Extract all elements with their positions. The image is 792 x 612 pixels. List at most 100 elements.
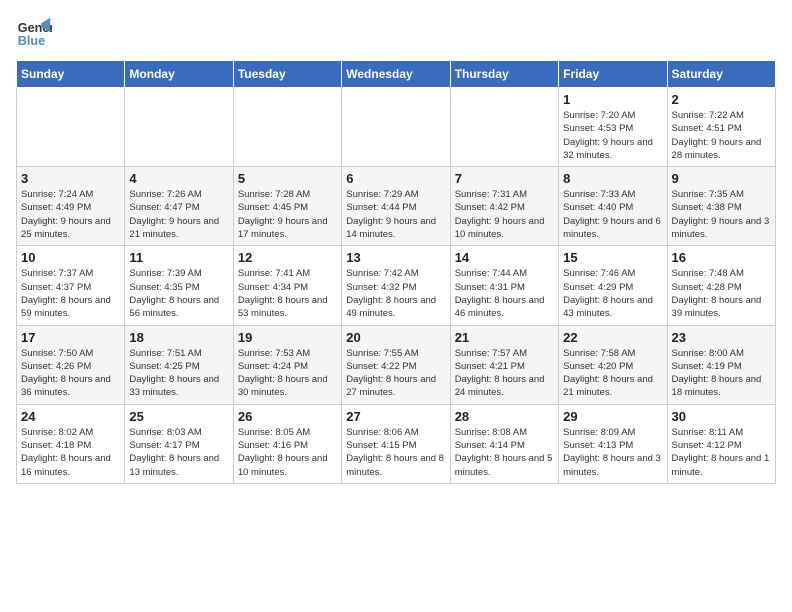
calendar-cell: 3 Sunrise: 7:24 AM Sunset: 4:49 PM Daylig… — [17, 167, 125, 246]
calendar-cell — [342, 88, 450, 167]
logo: General Blue — [16, 16, 52, 52]
calendar-cell: 15 Sunrise: 7:46 AM Sunset: 4:29 PM Dayli… — [559, 246, 667, 325]
day-info: Sunrise: 8:00 AM Sunset: 4:19 PM Dayligh… — [672, 347, 771, 400]
calendar-cell: 18Sunrise: 7:51 AM Sunset: 4:25 PM Dayli… — [125, 325, 233, 404]
day-info: Sunrise: 7:24 AM Sunset: 4:49 PM Dayligh… — [21, 188, 120, 241]
calendar-cell: 5 Sunrise: 7:28 AM Sunset: 4:45 PM Daylig… — [233, 167, 341, 246]
weekday-header-thursday: Thursday — [450, 61, 558, 88]
day-info: Sunrise: 7:28 AM Sunset: 4:45 PM Dayligh… — [238, 188, 337, 241]
day-info: Sunrise: 7:29 AM Sunset: 4:44 PM Dayligh… — [346, 188, 445, 241]
calendar-cell — [450, 88, 558, 167]
day-number: 29 — [563, 409, 662, 424]
weekday-header-friday: Friday — [559, 61, 667, 88]
calendar-week-3: 10 Sunrise: 7:37 AM Sunset: 4:37 PM Dayli… — [17, 246, 776, 325]
calendar-cell: 30 Sunrise: 8:11 AM Sunset: 4:12 PM Dayli… — [667, 404, 775, 483]
weekday-header-row: SundayMondayTuesdayWednesdayThursdayFrid… — [17, 61, 776, 88]
day-info: Sunrise: 7:22 AM Sunset: 4:51 PM Dayligh… — [672, 109, 771, 162]
day-number: 10 — [21, 250, 120, 265]
calendar-cell: 12 Sunrise: 7:41 AM Sunset: 4:34 PM Dayli… — [233, 246, 341, 325]
day-number: 19 — [238, 330, 337, 345]
calendar-cell: 7 Sunrise: 7:31 AM Sunset: 4:42 PM Daylig… — [450, 167, 558, 246]
day-info: Sunrise: 7:31 AM Sunset: 4:42 PM Dayligh… — [455, 188, 554, 241]
day-info: Sunrise: 7:41 AM Sunset: 4:34 PM Dayligh… — [238, 267, 337, 320]
day-info: Sunrise: 7:53 AM Sunset: 4:24 PM Dayligh… — [238, 347, 337, 400]
day-number: 27 — [346, 409, 445, 424]
day-info: Sunrise: 7:20 AM Sunset: 4:53 PM Dayligh… — [563, 109, 662, 162]
calendar-cell: 23 Sunrise: 8:00 AM Sunset: 4:19 PM Dayli… — [667, 325, 775, 404]
day-info: Sunrise: 7:39 AM Sunset: 4:35 PM Dayligh… — [129, 267, 228, 320]
day-number: 21 — [455, 330, 554, 345]
day-number: 12 — [238, 250, 337, 265]
day-info: Sunrise: 7:33 AM Sunset: 4:40 PM Dayligh… — [563, 188, 662, 241]
day-number: 3 — [21, 171, 120, 186]
day-number: 13 — [346, 250, 445, 265]
day-number: 25 — [129, 409, 228, 424]
calendar-cell: 21Sunrise: 7:57 AM Sunset: 4:21 PM Dayli… — [450, 325, 558, 404]
calendar-cell: 13 Sunrise: 7:42 AM Sunset: 4:32 PM Dayli… — [342, 246, 450, 325]
day-info: Sunrise: 8:09 AM Sunset: 4:13 PM Dayligh… — [563, 426, 662, 479]
day-number: 7 — [455, 171, 554, 186]
calendar-week-4: 17Sunrise: 7:50 AM Sunset: 4:26 PM Dayli… — [17, 325, 776, 404]
day-number: 20 — [346, 330, 445, 345]
day-number: 17 — [21, 330, 120, 345]
day-number: 26 — [238, 409, 337, 424]
day-info: Sunrise: 8:11 AM Sunset: 4:12 PM Dayligh… — [672, 426, 771, 479]
day-info: Sunrise: 8:08 AM Sunset: 4:14 PM Dayligh… — [455, 426, 554, 479]
day-info: Sunrise: 7:44 AM Sunset: 4:31 PM Dayligh… — [455, 267, 554, 320]
day-number: 14 — [455, 250, 554, 265]
calendar-cell: 22 Sunrise: 7:58 AM Sunset: 4:20 PM Dayli… — [559, 325, 667, 404]
day-info: Sunrise: 8:03 AM Sunset: 4:17 PM Dayligh… — [129, 426, 228, 479]
day-number: 5 — [238, 171, 337, 186]
calendar-cell: 14 Sunrise: 7:44 AM Sunset: 4:31 PM Dayli… — [450, 246, 558, 325]
day-number: 6 — [346, 171, 445, 186]
calendar-body: 1 Sunrise: 7:20 AM Sunset: 4:53 PM Daylig… — [17, 88, 776, 484]
day-info: Sunrise: 7:46 AM Sunset: 4:29 PM Dayligh… — [563, 267, 662, 320]
calendar-week-5: 24 Sunrise: 8:02 AM Sunset: 4:18 PM Dayli… — [17, 404, 776, 483]
weekday-header-sunday: Sunday — [17, 61, 125, 88]
day-number: 2 — [672, 92, 771, 107]
day-number: 9 — [672, 171, 771, 186]
day-info: Sunrise: 7:42 AM Sunset: 4:32 PM Dayligh… — [346, 267, 445, 320]
day-number: 15 — [563, 250, 662, 265]
calendar-cell: 16Sunrise: 7:48 AM Sunset: 4:28 PM Dayli… — [667, 246, 775, 325]
calendar-table: SundayMondayTuesdayWednesdayThursdayFrid… — [16, 60, 776, 484]
calendar-cell: 8 Sunrise: 7:33 AM Sunset: 4:40 PM Daylig… — [559, 167, 667, 246]
day-number: 30 — [672, 409, 771, 424]
day-number: 22 — [563, 330, 662, 345]
calendar-cell — [125, 88, 233, 167]
day-number: 23 — [672, 330, 771, 345]
day-info: Sunrise: 7:51 AM Sunset: 4:25 PM Dayligh… — [129, 347, 228, 400]
day-number: 1 — [563, 92, 662, 107]
calendar-week-1: 1 Sunrise: 7:20 AM Sunset: 4:53 PM Daylig… — [17, 88, 776, 167]
calendar-cell — [17, 88, 125, 167]
calendar-cell: 19 Sunrise: 7:53 AM Sunset: 4:24 PM Dayli… — [233, 325, 341, 404]
calendar-cell: 29 Sunrise: 8:09 AM Sunset: 4:13 PM Dayli… — [559, 404, 667, 483]
day-info: Sunrise: 7:37 AM Sunset: 4:37 PM Dayligh… — [21, 267, 120, 320]
calendar-cell: 9 Sunrise: 7:35 AM Sunset: 4:38 PM Daylig… — [667, 167, 775, 246]
day-info: Sunrise: 8:02 AM Sunset: 4:18 PM Dayligh… — [21, 426, 120, 479]
calendar-cell: 24 Sunrise: 8:02 AM Sunset: 4:18 PM Dayli… — [17, 404, 125, 483]
day-info: Sunrise: 7:35 AM Sunset: 4:38 PM Dayligh… — [672, 188, 771, 241]
calendar-cell: 20Sunrise: 7:55 AM Sunset: 4:22 PM Dayli… — [342, 325, 450, 404]
day-number: 8 — [563, 171, 662, 186]
weekday-header-wednesday: Wednesday — [342, 61, 450, 88]
calendar-cell: 11 Sunrise: 7:39 AM Sunset: 4:35 PM Dayli… — [125, 246, 233, 325]
day-info: Sunrise: 7:58 AM Sunset: 4:20 PM Dayligh… — [563, 347, 662, 400]
calendar-cell: 1 Sunrise: 7:20 AM Sunset: 4:53 PM Daylig… — [559, 88, 667, 167]
day-info: Sunrise: 7:26 AM Sunset: 4:47 PM Dayligh… — [129, 188, 228, 241]
day-number: 16 — [672, 250, 771, 265]
calendar-cell: 6 Sunrise: 7:29 AM Sunset: 4:44 PM Daylig… — [342, 167, 450, 246]
calendar-cell: 25 Sunrise: 8:03 AM Sunset: 4:17 PM Dayli… — [125, 404, 233, 483]
day-number: 28 — [455, 409, 554, 424]
day-number: 11 — [129, 250, 228, 265]
day-number: 4 — [129, 171, 228, 186]
day-number: 24 — [21, 409, 120, 424]
calendar-cell — [233, 88, 341, 167]
calendar-week-2: 3 Sunrise: 7:24 AM Sunset: 4:49 PM Daylig… — [17, 167, 776, 246]
weekday-header-saturday: Saturday — [667, 61, 775, 88]
svg-text:Blue: Blue — [18, 34, 45, 48]
calendar-cell: 4 Sunrise: 7:26 AM Sunset: 4:47 PM Daylig… — [125, 167, 233, 246]
calendar-cell: 28 Sunrise: 8:08 AM Sunset: 4:14 PM Dayli… — [450, 404, 558, 483]
calendar-cell: 26Sunrise: 8:05 AM Sunset: 4:16 PM Dayli… — [233, 404, 341, 483]
weekday-header-tuesday: Tuesday — [233, 61, 341, 88]
